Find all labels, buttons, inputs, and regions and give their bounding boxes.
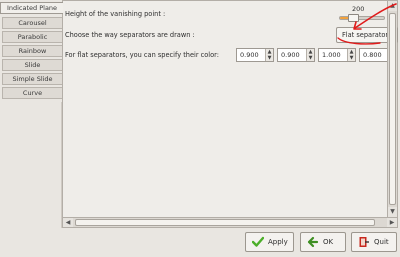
spin-value: 0.900 bbox=[240, 51, 259, 59]
tab-rainbow[interactable]: Rainbow bbox=[2, 45, 62, 57]
vertical-scrollbar[interactable]: ▲ ▼ bbox=[387, 1, 397, 217]
tab-curve[interactable]: Curve bbox=[2, 87, 62, 99]
quit-label: Quit bbox=[374, 238, 389, 246]
vertical-scroll-thumb[interactable] bbox=[389, 13, 396, 205]
config-panel: Height of the vanishing point : 200 Choo… bbox=[62, 0, 398, 228]
tab-slide[interactable]: Slide bbox=[2, 59, 62, 71]
tab-parabolic[interactable]: Parabolic bbox=[2, 31, 62, 43]
ok-button[interactable]: OK bbox=[300, 232, 346, 252]
quit-door-icon bbox=[359, 237, 369, 247]
vanishing-point-value: 200 bbox=[352, 5, 365, 13]
separator-label: Choose the way separators are drawn : bbox=[65, 31, 195, 39]
ok-label: OK bbox=[323, 238, 334, 246]
spin-arrows[interactable]: ▲▼ bbox=[347, 49, 355, 61]
spin-arrows[interactable]: ▲▼ bbox=[306, 49, 314, 61]
tab-indicated-plane[interactable]: Indicated Plane bbox=[0, 2, 63, 14]
spin-value: 0.900 bbox=[281, 51, 300, 59]
color-spin-g[interactable]: 0.900 ▲ ▼ bbox=[277, 48, 315, 62]
scroll-up-icon[interactable]: ▲ bbox=[388, 1, 397, 11]
tab-label: Indicated Plane bbox=[6, 4, 58, 12]
sidebar: Indicated Plane Carousel Parabolic Rainb… bbox=[0, 0, 63, 103]
horizontal-scrollbar[interactable]: ◀ ▶ bbox=[63, 217, 397, 227]
spin-value: 0.800 bbox=[363, 51, 382, 59]
tab-simple-slide[interactable]: Simple Slide bbox=[2, 73, 62, 85]
horizontal-scroll-thumb[interactable] bbox=[75, 219, 375, 226]
scroll-right-icon[interactable]: ▶ bbox=[387, 218, 397, 227]
scroll-left-icon[interactable]: ◀ bbox=[63, 218, 73, 227]
spin-down-icon[interactable]: ▼ bbox=[266, 55, 273, 61]
spin-down-icon[interactable]: ▼ bbox=[307, 55, 314, 61]
apply-label: Apply bbox=[268, 238, 288, 246]
apply-button[interactable]: Apply bbox=[245, 232, 294, 252]
spin-value: 1.000 bbox=[322, 51, 341, 59]
spin-arrows[interactable]: ▲▼ bbox=[265, 49, 273, 61]
quit-button[interactable]: Quit bbox=[351, 232, 397, 252]
spin-down-icon[interactable]: ▼ bbox=[348, 55, 355, 61]
color-spin-b[interactable]: 1.000 ▲ ▼ bbox=[318, 48, 356, 62]
apply-check-icon bbox=[252, 236, 264, 247]
separator-combo-value: Flat separator bbox=[342, 31, 389, 39]
scroll-down-icon[interactable]: ▼ bbox=[388, 207, 397, 217]
tab-label: Carousel bbox=[18, 19, 47, 27]
tab-label: Parabolic bbox=[17, 33, 48, 41]
tab-carousel[interactable]: Carousel bbox=[2, 17, 62, 29]
tab-label: Rainbow bbox=[18, 47, 47, 55]
tab-label: Slide bbox=[24, 61, 41, 69]
tab-label: Curve bbox=[22, 89, 43, 97]
tab-label: Simple Slide bbox=[12, 75, 53, 83]
color-label: For flat separators, you can specify the… bbox=[65, 51, 219, 59]
slider-handle[interactable] bbox=[347, 14, 359, 22]
color-spin-r[interactable]: 0.900 ▲ ▼ bbox=[236, 48, 274, 62]
ok-arrow-icon bbox=[307, 236, 319, 248]
vanishing-point-slider[interactable] bbox=[339, 16, 385, 20]
vanishing-point-label: Height of the vanishing point : bbox=[65, 10, 166, 18]
